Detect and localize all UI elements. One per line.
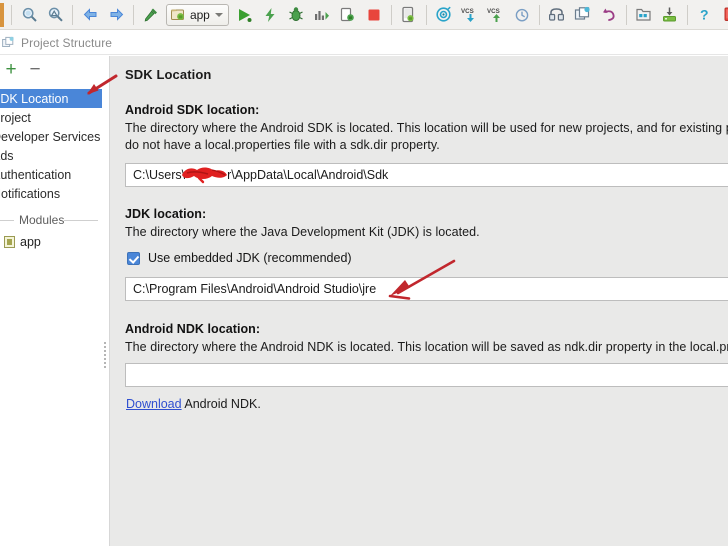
- run-config-label: app: [190, 7, 210, 22]
- download-ndk-link[interactable]: Download: [126, 397, 182, 411]
- jdk-path-value: C:\Program Files\Android\Android Studio\…: [133, 282, 377, 296]
- profile-icon[interactable]: [310, 3, 334, 27]
- toolbar-separator: [686, 4, 688, 25]
- jdk-description-line-1: The directory where the Java Development…: [125, 225, 480, 239]
- svg-text:?: ?: [700, 7, 709, 23]
- sidebar-item-list: SDK Location Project Developer Services …: [0, 82, 102, 252]
- use-embedded-jdk-label: Use embedded JDK (recommended): [148, 251, 352, 265]
- sidebar-item-label: Notifications: [0, 186, 61, 201]
- build-hammer-icon[interactable]: [139, 3, 163, 27]
- sidebar-module-label: app: [20, 235, 41, 249]
- download-ndk-suffix: Android NDK.: [181, 397, 261, 411]
- sidebar-group-header-modules: Modules: [0, 208, 102, 232]
- vcs-commit-icon[interactable]: VCS: [484, 3, 508, 27]
- sdk-path-suffix: r\AppData\Local\Android\Sdk: [227, 168, 389, 182]
- add-module-button[interactable]: +: [2, 60, 20, 79]
- module-icon: [4, 236, 15, 248]
- toolbar-left-edge-accent: [0, 2, 4, 27]
- sidebar-item-label: Ads: [0, 148, 14, 163]
- window-title-bar: Project Structure: [0, 31, 728, 55]
- project-structure-icon[interactable]: [571, 3, 595, 27]
- sidebar-item-authentication[interactable]: Authentication: [0, 165, 102, 184]
- android-ndk-description-line-1: The directory where the Android NDK is l…: [125, 340, 728, 354]
- android-sdk-location-label: Android SDK location:: [125, 103, 260, 117]
- search-structure-icon[interactable]: [43, 3, 67, 27]
- project-structure-sidebar: + − SDK Location Project Developer Servi…: [0, 56, 102, 546]
- redacted-username-scribble: [182, 167, 227, 184]
- apply-changes-icon[interactable]: [258, 3, 282, 27]
- search-icon[interactable]: [17, 3, 41, 27]
- sdk-manager-icon[interactable]: [432, 3, 456, 27]
- toolbar-separator: [11, 4, 12, 25]
- android-sdk-description-line-2: do not have a local.properties file with…: [125, 138, 440, 152]
- panel-splitter[interactable]: [102, 56, 110, 546]
- main-toolbar: app VCS VCS ?: [0, 0, 728, 30]
- sidebar-item-project[interactable]: Project: [0, 108, 102, 127]
- sidebar-item-notifications[interactable]: Notifications: [0, 184, 102, 203]
- toolbar-separator: [425, 4, 427, 25]
- toolbar-separator: [625, 4, 627, 25]
- avd-manager-icon[interactable]: [397, 3, 421, 27]
- toolbar-separator: [538, 4, 540, 25]
- splitter-grip[interactable]: [104, 340, 107, 374]
- sidebar-item-label: Developer Services: [0, 129, 101, 144]
- window-title-label: Project Structure: [21, 35, 113, 50]
- divider: [64, 219, 98, 221]
- jdk-location-input[interactable]: C:\Program Files\Android\Android Studio\…: [125, 277, 728, 301]
- sidebar-item-ads[interactable]: Ads: [0, 146, 102, 165]
- toolbar-separator: [133, 4, 134, 25]
- sidebar-item-developer-services[interactable]: Developer Services: [0, 127, 102, 146]
- layout-inspector-icon[interactable]: [632, 3, 656, 27]
- sdk-path-prefix: C:\Users\: [133, 168, 186, 182]
- navigate-forward-icon[interactable]: [104, 3, 128, 27]
- vcs-update-icon[interactable]: VCS: [458, 3, 482, 27]
- android-ndk-location-label: Android NDK location:: [125, 322, 261, 336]
- project-structure-icon: [2, 36, 14, 50]
- debug-icon[interactable]: [284, 3, 308, 27]
- run-configuration-selector[interactable]: app: [166, 3, 229, 26]
- sidebar-item-label: Project: [0, 110, 31, 125]
- vcs-history-icon[interactable]: [510, 3, 534, 27]
- android-ndk-location-input[interactable]: [125, 363, 728, 387]
- sidebar-item-label: SDK Location: [0, 91, 69, 106]
- navigate-back-icon[interactable]: [78, 3, 102, 27]
- android-studio-project-structure-window: app VCS VCS ? Project Structure + − DK L…: [0, 0, 728, 546]
- remove-module-button[interactable]: −: [25, 60, 45, 79]
- svg-text:VCS: VCS: [487, 8, 500, 15]
- divider: [0, 219, 14, 221]
- device-manager-icon[interactable]: [719, 3, 728, 27]
- run-icon[interactable]: [232, 3, 256, 27]
- svg-text:VCS: VCS: [461, 8, 474, 15]
- page-title: SDK Location: [125, 67, 212, 82]
- device-file-explorer-icon[interactable]: [658, 3, 682, 27]
- chevron-down-icon[interactable]: [214, 12, 223, 17]
- gradle-sync-icon[interactable]: [545, 3, 569, 27]
- undo-icon[interactable]: [597, 3, 621, 27]
- sidebar-item-sdk-location[interactable]: SDK Location: [0, 89, 102, 108]
- jdk-location-label: JDK location:: [125, 207, 207, 221]
- sidebar-item-label: Authentication: [0, 167, 72, 182]
- android-sdk-description-line-1: The directory where the Android SDK is l…: [125, 121, 728, 135]
- use-embedded-jdk-checkbox-row[interactable]: Use embedded JDK (recommended): [127, 251, 352, 265]
- toolbar-separator: [72, 4, 73, 25]
- sidebar-toolbar: + −: [0, 56, 102, 82]
- android-module-icon: [171, 9, 184, 20]
- toolbar-separator: [390, 4, 392, 25]
- use-embedded-jdk-checkbox[interactable]: [127, 251, 140, 265]
- download-ndk-row: Download Android NDK.: [126, 397, 261, 411]
- sidebar-module-app[interactable]: app: [0, 232, 102, 252]
- stop-icon[interactable]: [362, 3, 386, 27]
- attach-debugger-icon[interactable]: [336, 3, 360, 27]
- help-icon[interactable]: ?: [693, 3, 717, 27]
- sdk-location-settings-panel: SDK Location Android SDK location: The d…: [110, 56, 728, 546]
- sidebar-group-label: Modules: [19, 213, 65, 227]
